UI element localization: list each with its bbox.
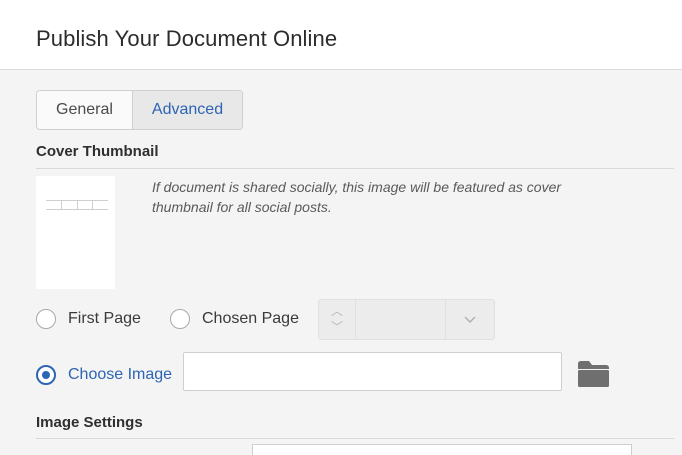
radio-button[interactable] xyxy=(170,309,190,329)
image-settings-field[interactable] xyxy=(252,444,632,455)
cover-thumbnail-preview xyxy=(36,176,115,289)
tab-advanced[interactable]: Advanced xyxy=(131,91,243,129)
radio-label-choose-image: Choose Image xyxy=(68,366,173,383)
page-number-stepper[interactable]: ︿ ﹀ xyxy=(318,299,495,340)
cover-thumbnail-heading: Cover Thumbnail xyxy=(36,143,159,160)
dialog-title: Publish Your Document Online xyxy=(36,26,338,51)
stepper-arrows[interactable]: ︿ ﹀ xyxy=(319,300,356,339)
radio-chosen-page[interactable]: Chosen Page xyxy=(170,309,299,329)
section-divider xyxy=(36,438,674,439)
radio-choose-image[interactable]: Choose Image xyxy=(36,365,172,385)
dropdown-chevron-icon[interactable] xyxy=(446,300,494,339)
folder-icon[interactable] xyxy=(578,361,609,387)
cover-thumbnail-description: If document is shared socially, this ima… xyxy=(152,179,562,215)
image-settings-heading: Image Settings xyxy=(36,414,143,431)
radio-button[interactable] xyxy=(36,309,56,329)
radio-label-chosen-page: Chosen Page xyxy=(202,310,299,327)
section-divider xyxy=(36,168,674,169)
radio-button-selected[interactable] xyxy=(36,365,56,385)
radio-label-first-page: First Page xyxy=(68,310,141,327)
radio-first-page[interactable]: First Page xyxy=(36,309,141,329)
tab-general[interactable]: General xyxy=(37,91,132,129)
image-path-input[interactable] xyxy=(183,352,562,391)
thumbnail-table-graphic xyxy=(46,200,108,210)
dialog-header: Publish Your Document Online xyxy=(0,0,682,70)
chevron-down-icon[interactable]: ﹀ xyxy=(331,321,343,333)
page-number-field[interactable] xyxy=(356,300,446,339)
tab-bar: General Advanced xyxy=(36,90,244,130)
chevron-up-icon[interactable]: ︿ xyxy=(331,305,343,317)
